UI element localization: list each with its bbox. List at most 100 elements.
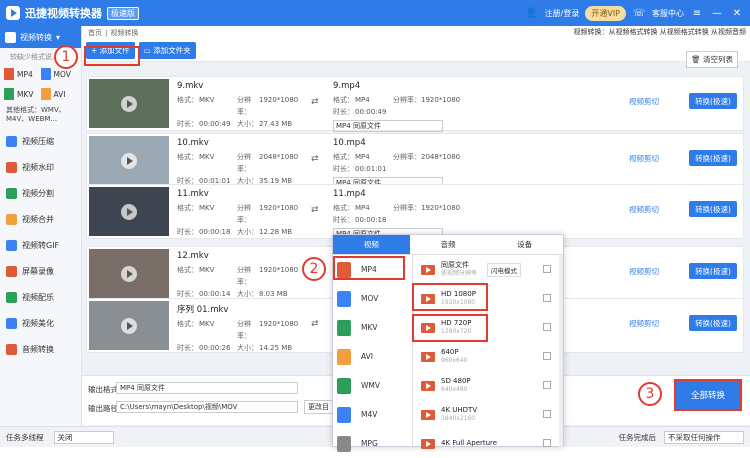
preset-item[interactable]: 4K UHDTV 3840x2160 <box>415 400 565 429</box>
video-thumbnail[interactable] <box>89 249 169 298</box>
sidebar-item-7[interactable]: 视频美化 <box>0 310 81 336</box>
cut-button[interactable]: 视频剪切 <box>629 266 659 277</box>
sidebar-item-8[interactable]: 音频转换 <box>0 336 81 362</box>
format-avi[interactable]: AVI <box>40 88 78 100</box>
clear-list-button[interactable]: 🗑 清空列表 <box>686 51 738 68</box>
format-mkv[interactable]: MKV <box>4 88 41 100</box>
preset-item[interactable]: 4K Full Aperture <box>415 429 565 458</box>
meta-value: 1920*1080 <box>421 96 461 104</box>
close-icon[interactable]: ✕ <box>730 8 744 19</box>
login-link[interactable]: 注册/登录 <box>545 8 580 19</box>
video-thumbnail[interactable] <box>89 187 169 236</box>
popup-format-wmv[interactable]: WMV <box>333 371 412 400</box>
sidebar-item-0[interactable]: 视频压缩 <box>0 128 81 154</box>
tab-1[interactable]: 音频 <box>410 235 487 254</box>
popup-format-m4v[interactable]: M4V <box>333 400 412 429</box>
sidebar-item-1[interactable]: 视频水印 <box>0 154 81 180</box>
multithread-select[interactable]: 关闭 <box>53 430 114 444</box>
format-popup-tabs: 视频 音频 设备 <box>333 235 563 255</box>
convert-button[interactable]: 转换(极速) <box>689 93 737 109</box>
play-icon[interactable] <box>121 204 137 220</box>
change-dir-button[interactable]: 更改目 <box>304 400 333 414</box>
sidebar-item-label: 视频分割 <box>22 188 54 198</box>
meta-value: 2048*1080 <box>421 153 461 161</box>
output-filename: 9.mp4 <box>333 81 361 91</box>
meta-label: 分辨率： <box>393 204 421 212</box>
output-format-select[interactable]: MP4 同原文件 <box>116 382 298 394</box>
popup-format-mkv[interactable]: MKV <box>333 313 412 342</box>
vip-button[interactable]: 开通VIP <box>585 5 626 21</box>
preset-title: 4K UHDTV <box>441 406 478 414</box>
edit-icon[interactable] <box>543 323 551 331</box>
breadcrumb-home[interactable]: 首页 <box>88 28 102 38</box>
format-mov[interactable]: MOV <box>40 68 78 80</box>
play-icon[interactable] <box>121 266 137 282</box>
convert-button[interactable]: 转换(极速) <box>689 263 737 279</box>
edit-icon[interactable] <box>543 381 551 389</box>
preset-item[interactable]: SD 480P 640x480 <box>415 371 565 400</box>
meta-label: 分辨率： <box>237 266 251 286</box>
service-link[interactable]: 客服中心 <box>652 8 684 19</box>
mov-file-icon <box>337 290 351 307</box>
popup-scrollbar[interactable] <box>559 255 563 448</box>
play-icon[interactable] <box>121 96 137 112</box>
minimize-icon[interactable]: — <box>710 8 724 19</box>
format-label: AVI <box>53 89 66 99</box>
video-convert-icon <box>5 31 16 43</box>
meta-value: MKV <box>199 96 215 104</box>
after-task-select[interactable]: 不采取任何操作 <box>664 430 744 444</box>
convert-button[interactable]: 转换(极速) <box>689 150 737 166</box>
meta-label: 分辨率： <box>237 96 251 116</box>
popup-format-mpg[interactable]: MPG <box>333 429 412 458</box>
play-icon[interactable] <box>121 318 137 334</box>
annotation-2: 2 <box>302 257 326 281</box>
meta-value: 2048*1080 <box>259 153 299 161</box>
edit-icon[interactable] <box>543 439 551 447</box>
convert-button[interactable]: 转换(极速) <box>689 201 737 217</box>
edit-icon[interactable] <box>543 352 551 360</box>
meta-value: MP4 <box>355 96 370 104</box>
sidebar-item-2[interactable]: 视频分割 <box>0 180 81 206</box>
play-icon[interactable] <box>121 153 137 169</box>
tab-0[interactable]: 视频 <box>333 235 410 254</box>
video-thumbnail[interactable] <box>89 136 169 185</box>
edit-icon[interactable] <box>543 265 551 273</box>
sidebar-item-5[interactable]: 屏幕录像 <box>0 258 81 284</box>
cut-button[interactable]: 视频剪切 <box>629 153 659 164</box>
video-thumbnail[interactable] <box>89 79 169 128</box>
other-formats[interactable]: 其他格式：WMV、M4V、WEBM... <box>0 102 81 128</box>
meta-label: 时长： <box>177 344 198 352</box>
add-folder-button[interactable]: ▭ 添加文件夹 <box>138 42 196 59</box>
film-icon <box>421 264 435 275</box>
sidebar-item-6[interactable]: 视频配乐 <box>0 284 81 310</box>
format-mp4[interactable]: MP4 <box>4 68 41 80</box>
sidebar-item-4[interactable]: 视频转GIF <box>0 232 81 258</box>
video-thumbnail[interactable] <box>89 301 169 350</box>
popup-format-avi[interactable]: AVI <box>333 342 412 371</box>
popup-format-mov[interactable]: MOV <box>333 284 412 313</box>
meta-label: 格式： <box>177 266 198 274</box>
edit-icon[interactable] <box>543 294 551 302</box>
sidebar-item-label: 视频美化 <box>22 318 54 328</box>
preset-item[interactable]: 640P 960x640 <box>415 342 565 371</box>
tab-2[interactable]: 设备 <box>486 235 563 254</box>
cut-button[interactable]: 视频剪切 <box>629 204 659 215</box>
meta-label: 格式： <box>333 96 354 104</box>
cut-button[interactable]: 视频剪切 <box>629 318 659 329</box>
output-preset-select[interactable]: MP4 同原文件 <box>333 120 443 132</box>
sidebar-item-icon <box>6 239 17 251</box>
cut-button[interactable]: 视频剪切 <box>629 96 659 107</box>
output-path-field[interactable]: C:\Users\mayn\Desktop\视频\MOV <box>116 401 298 413</box>
sidebar-item-3[interactable]: 视频合并 <box>0 206 81 232</box>
meta-label: 大小： <box>237 344 258 352</box>
sidebar-item-icon <box>6 317 17 329</box>
format-label: MOV <box>53 69 71 79</box>
meta-label: 时长： <box>333 165 354 173</box>
edit-icon[interactable] <box>543 410 551 418</box>
sidebar-item-icon <box>6 187 17 199</box>
convert-button[interactable]: 转换(极速) <box>689 315 737 331</box>
menu-icon[interactable]: ≡ <box>690 8 704 19</box>
sidebar-item-label: 视频合并 <box>22 214 54 224</box>
preset-item[interactable]: 同原文件 依视频分辨率 闪电模式 <box>415 255 565 284</box>
sidebar-menu: 视频压缩 视频水印视频分割视频合并视频转GIF 屏幕录像 视频配乐视频美化音频转换 <box>0 128 81 362</box>
